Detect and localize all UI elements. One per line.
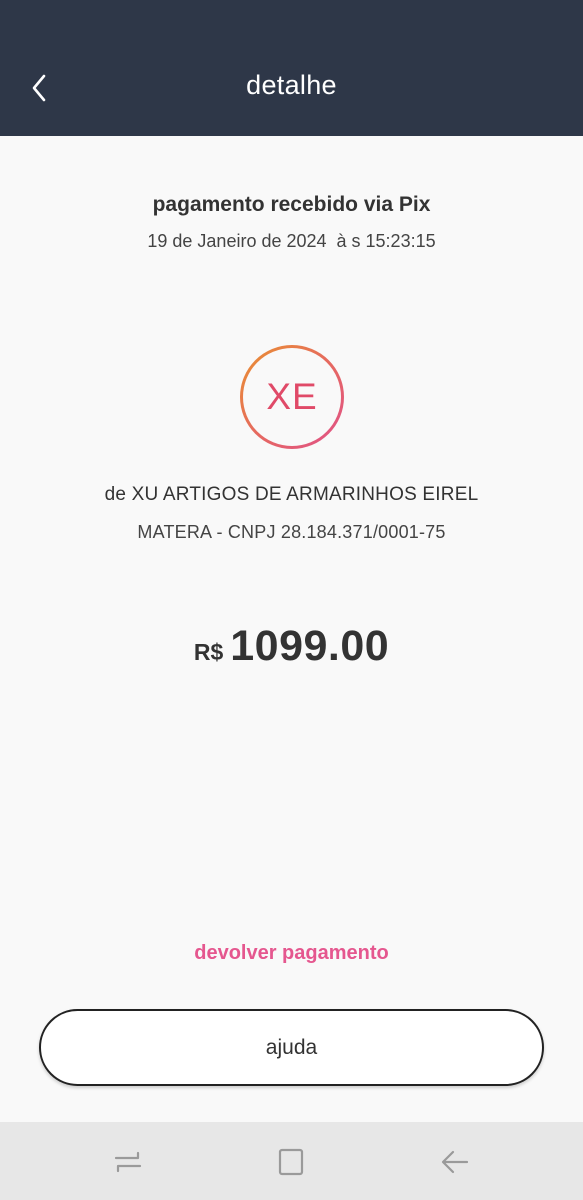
app-screen: detalhe pagamento recebido via Pix 19 de… [0,0,583,1200]
home-button[interactable] [271,1142,311,1182]
back-arrow-icon [441,1150,469,1174]
recent-apps-icon [114,1151,142,1173]
page-title: detalhe [246,70,337,100]
system-nav-bar [0,1122,583,1200]
amount-display: R$ 1099.00 [0,622,583,671]
payer-bank-info: MATERA - CNPJ 28.184.371/0001-75 [137,522,446,542]
payer-name: de XU ARTIGOS DE ARMARINHOS EIREL [104,484,479,505]
currency-symbol: R$ [193,639,224,665]
help-button[interactable]: ajuda [39,1009,544,1086]
transaction-title: pagamento recebido via Pix [152,193,431,216]
transaction-date: 19 de Janeiro de 2024 à s 15:23:15 [147,231,436,251]
home-icon [278,1148,304,1176]
avatar: XE [240,345,344,449]
refund-payment-link[interactable]: devolver pagamento [0,942,583,965]
system-back-button[interactable] [435,1142,475,1182]
recent-apps-button[interactable] [108,1142,148,1182]
avatar-initials: XE [243,348,341,446]
header-bar: detalhe [0,0,583,136]
amount-value: 1099.00 [230,622,390,670]
